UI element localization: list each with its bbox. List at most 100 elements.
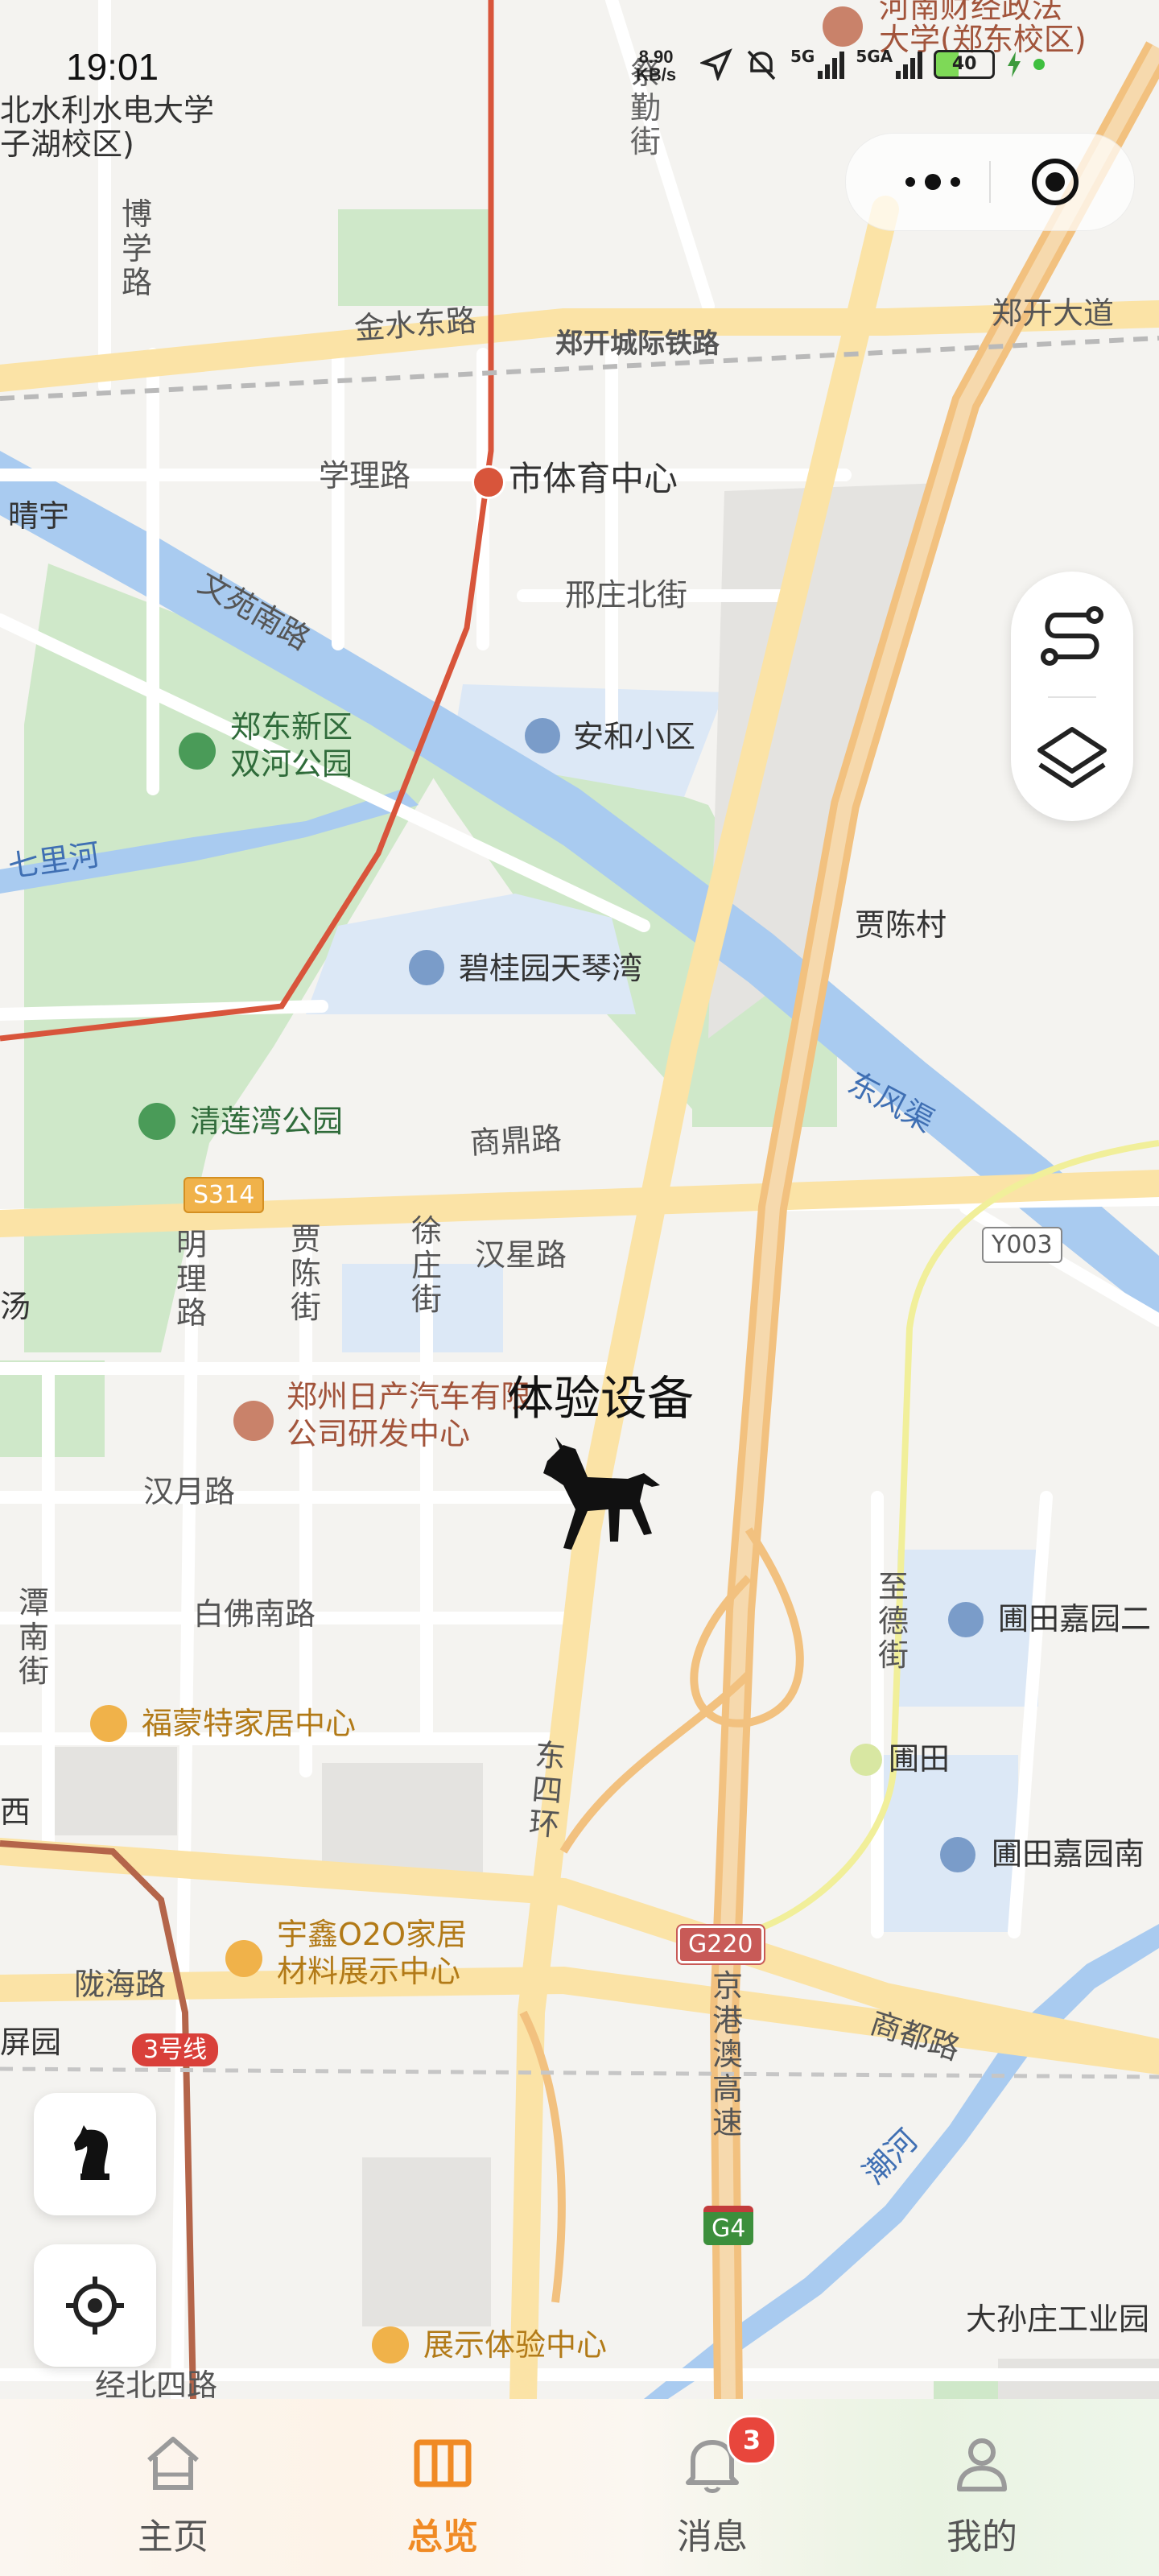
putian-jiayuan-icon-2 xyxy=(940,1837,975,1872)
fumengte-icon xyxy=(90,1705,127,1742)
metro-station-label: 市体育中心 xyxy=(509,459,678,498)
poi-bigui: 碧桂园天琴湾 xyxy=(459,951,643,986)
status-bar: 19:01 8.90 KB/s 5G 5GA 40 xyxy=(0,0,1159,129)
route-icon[interactable] xyxy=(1032,596,1112,676)
device-label[interactable]: 体验设备 xyxy=(507,1360,694,1428)
road-jingbei-4: 经北四路 xyxy=(95,2368,218,2403)
net-speed-unit: KB/s xyxy=(636,64,677,85)
charging-icon xyxy=(1008,52,1021,77)
bottom-tab-bar: 主页 总览 3 消息 我的 xyxy=(0,2399,1159,2576)
net-speed-value: 8.90 xyxy=(638,47,674,67)
road-zhengkai-avenue: 郑开大道 xyxy=(992,295,1115,331)
poi-yuxin: 宇鑫O2O家居 xyxy=(277,1917,467,1952)
tab-messages-label: 消息 xyxy=(677,2516,748,2557)
zhanshi-icon xyxy=(372,2326,409,2363)
road-jinggangao: 京港澳高速 xyxy=(711,1968,743,2141)
poi-nissan: 郑州日产汽车有限 xyxy=(287,1379,532,1414)
nissan-icon xyxy=(233,1401,274,1441)
putian-jiayuan-icon-1 xyxy=(948,1602,984,1637)
target-close-icon[interactable] xyxy=(1029,156,1081,208)
shield-s314: S314 xyxy=(184,1177,265,1213)
shield-g220: G220 xyxy=(678,1926,764,1963)
poi-xi: 西 xyxy=(0,1794,31,1830)
tab-home-label: 主页 xyxy=(138,2516,208,2557)
dot-indicator xyxy=(1033,59,1046,70)
shield-y003: Y003 xyxy=(982,1227,1062,1263)
status-icons: 5G 5GA 40 xyxy=(700,47,1046,82)
locate-icon xyxy=(66,2277,124,2334)
anhe-icon xyxy=(525,718,560,753)
poi-fumengte: 福蒙特家居中心 xyxy=(142,1706,357,1741)
shield-metro-line-3: 3号线 xyxy=(132,2033,219,2066)
status-time: 19:01 xyxy=(66,46,159,88)
road-longhai: 陇海路 xyxy=(74,1967,167,2002)
poi-anhe: 安和小区 xyxy=(573,719,696,754)
battery-icon: 40 xyxy=(934,50,996,79)
bell-muted-icon xyxy=(747,50,776,80)
horse-button[interactable] xyxy=(34,2093,156,2215)
poi-university-1-b: 子湖校区) xyxy=(0,126,134,162)
net-speed: 8.90 KB/s xyxy=(636,48,676,84)
tab-messages[interactable]: 3 消息 xyxy=(632,2399,793,2576)
poi-pingyuan: 屏园 xyxy=(0,2025,62,2060)
mini-program-capsule xyxy=(845,133,1135,231)
road-hanyue: 汉月路 xyxy=(143,1474,236,1509)
tab-me[interactable]: 我的 xyxy=(901,2399,1062,2576)
tab-home[interactable]: 主页 xyxy=(93,2399,254,2576)
metro-station-icon xyxy=(472,465,505,499)
message-badge: 3 xyxy=(727,2415,777,2465)
park-icon-qinglian xyxy=(138,1103,175,1140)
battery-level: 40 xyxy=(951,54,977,74)
road-baifo-south: 白佛南路 xyxy=(193,1596,316,1632)
road-tannan: 潭南街 xyxy=(18,1585,49,1690)
chess-knight-icon xyxy=(74,2125,109,2180)
layers-icon[interactable] xyxy=(1032,718,1112,799)
shield-g4: G4 xyxy=(703,2206,754,2245)
road-mingli: 明理路 xyxy=(175,1227,207,1331)
tab-me-label: 我的 xyxy=(947,2516,1017,2557)
tools-divider xyxy=(1048,696,1096,698)
poi-putian-jiayuan-2: 圃田嘉园南 xyxy=(992,1836,1145,1872)
home-icon xyxy=(147,2437,199,2490)
road-boxue: 博学路 xyxy=(121,196,152,301)
park-icon-shuanghe xyxy=(179,733,216,770)
road-jinshui-east: 金水东路 xyxy=(353,302,478,347)
poi-qinglian-park: 清莲湾公园 xyxy=(190,1104,344,1139)
signal-icon-1 xyxy=(818,50,845,79)
tab-overview-label: 总览 xyxy=(407,2516,478,2557)
railway-zhengkai: 郑开城际铁路 xyxy=(555,328,720,360)
user-icon xyxy=(957,2438,1007,2491)
locate-button[interactable] xyxy=(34,2244,156,2367)
poi-dasunzhuang: 大孙庄工业园 xyxy=(966,2301,1150,2337)
road-hanxing: 汉星路 xyxy=(475,1237,567,1273)
road-xingzhuang-north: 邢庄北街 xyxy=(565,577,688,613)
poi-putian-jiayuan-1: 圃田嘉园二 xyxy=(998,1601,1152,1637)
poi-jiachen-village: 贾陈村 xyxy=(855,907,947,943)
capsule-divider xyxy=(989,161,991,203)
poi-shuanghe-park: 郑东新区 xyxy=(230,709,353,745)
poi-zhanshi: 展示体验中心 xyxy=(423,2327,608,2363)
overview-icon xyxy=(414,2439,472,2487)
road-jiachen: 贾陈街 xyxy=(290,1221,321,1326)
bigui-icon xyxy=(409,950,444,985)
road-shangding: 商鼎路 xyxy=(468,1121,563,1161)
poi-nissan-2: 公司研发中心 xyxy=(287,1416,471,1451)
tab-overview[interactable]: 总览 xyxy=(362,2399,523,2576)
more-dots-icon[interactable] xyxy=(885,134,981,230)
road-zhide: 至德街 xyxy=(877,1569,909,1674)
yuxin-icon xyxy=(225,1940,262,1977)
horse-icon[interactable] xyxy=(531,1429,668,1558)
map-tools-panel xyxy=(1011,572,1133,821)
net-type-1: 5G xyxy=(790,47,815,66)
road-xuzhuang: 徐庄街 xyxy=(410,1213,442,1318)
signal-icon-2 xyxy=(896,50,923,79)
net-type-2: 5GA xyxy=(856,47,893,66)
poi-yang: 汤 xyxy=(0,1289,31,1324)
poi-qingyu: 晴宇 xyxy=(8,498,70,534)
poi-shuanghe-park-2: 双河公园 xyxy=(230,746,353,782)
poi-yuxin-2: 材料展示中心 xyxy=(277,1954,461,1989)
poi-putian: 圃田 xyxy=(889,1741,951,1777)
location-arrow-icon xyxy=(700,48,732,80)
putian-station-icon xyxy=(850,1744,882,1776)
road-xueli: 学理路 xyxy=(319,458,411,493)
